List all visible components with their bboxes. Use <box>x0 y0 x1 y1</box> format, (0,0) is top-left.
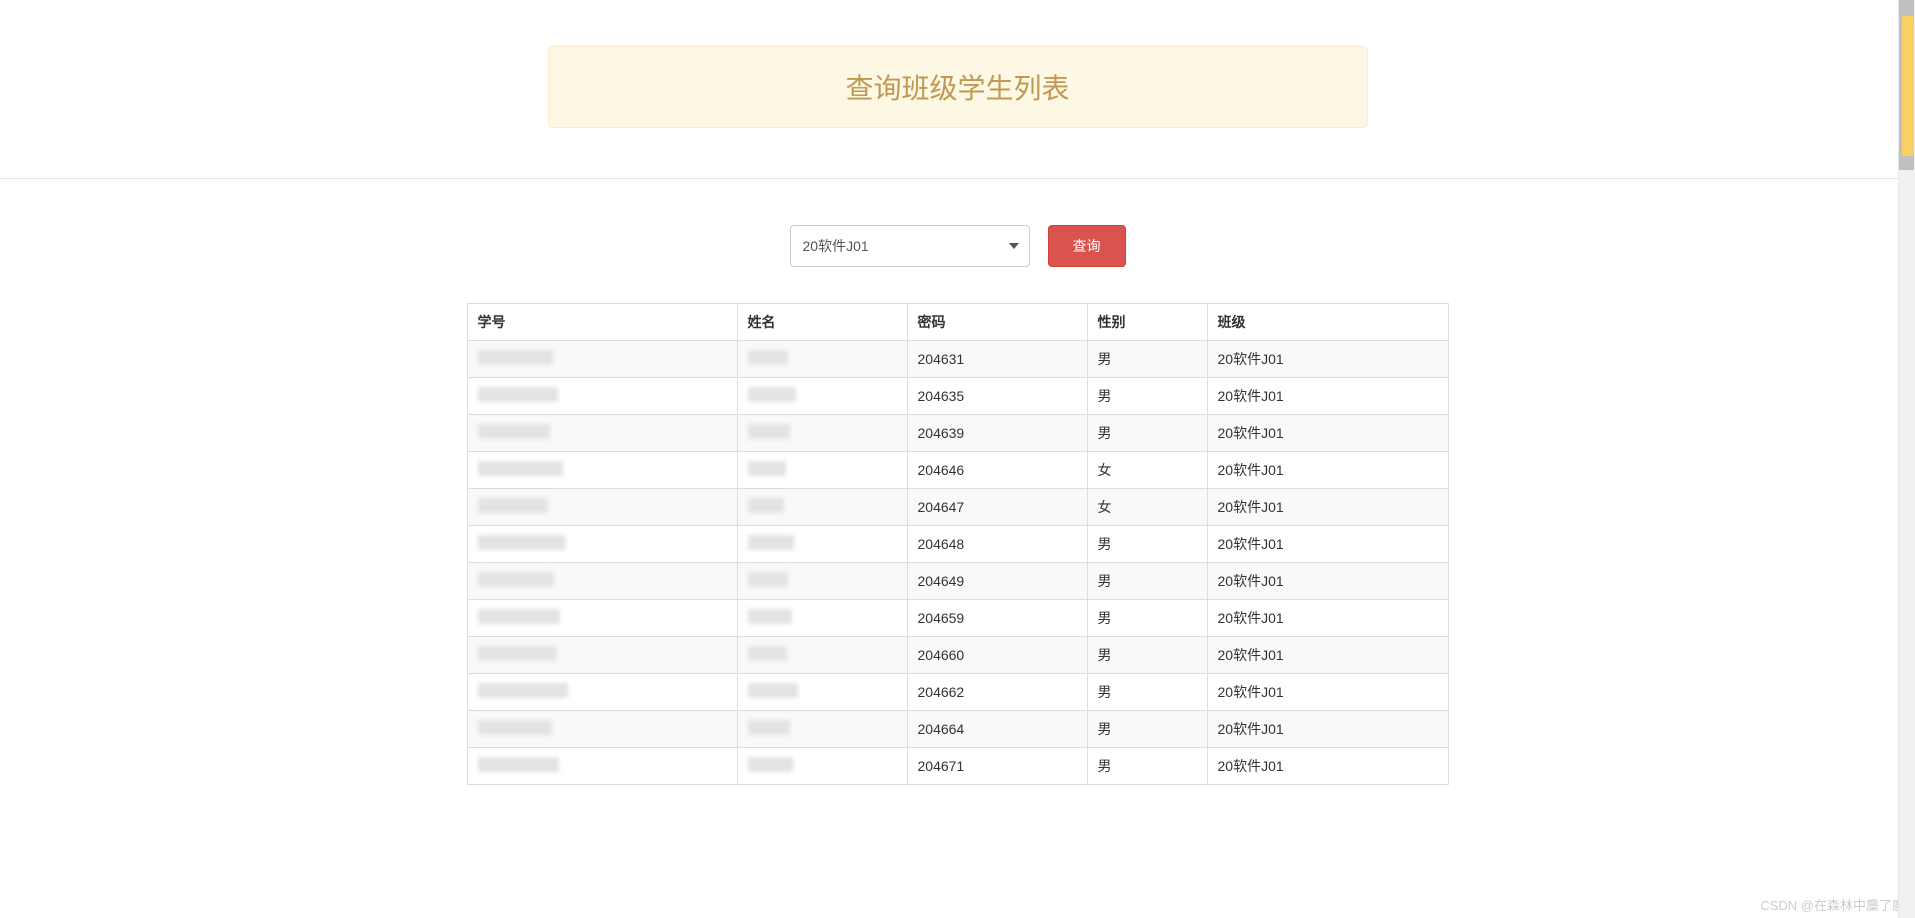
cell-password: 204671 <box>907 748 1087 785</box>
col-header-password: 密码 <box>907 304 1087 341</box>
cell-class: 20软件J01 <box>1207 526 1448 563</box>
scrollbar[interactable] <box>1898 0 1915 918</box>
cell-class: 20软件J01 <box>1207 748 1448 785</box>
cell-password: 204664 <box>907 711 1087 748</box>
cell-student-id <box>467 526 737 563</box>
cell-password: 204631 <box>907 341 1087 378</box>
col-header-gender: 性别 <box>1087 304 1207 341</box>
table-row: 204631男20软件J01 <box>467 341 1448 378</box>
table-row: 204662男20软件J01 <box>467 674 1448 711</box>
table-row: 204639男20软件J01 <box>467 415 1448 452</box>
table-row: 204648男20软件J01 <box>467 526 1448 563</box>
cell-name <box>737 526 907 563</box>
search-button[interactable]: 查询 <box>1048 225 1126 267</box>
cell-gender: 男 <box>1087 341 1207 378</box>
student-table-section: 学号 姓名 密码 性别 班级 204631男20软件J01204635男20软件… <box>467 303 1449 785</box>
table-row: 204649男20软件J01 <box>467 563 1448 600</box>
class-select[interactable]: 20软件J01 <box>790 225 1030 267</box>
cell-password: 204649 <box>907 563 1087 600</box>
cell-name <box>737 711 907 748</box>
col-header-name: 姓名 <box>737 304 907 341</box>
cell-class: 20软件J01 <box>1207 341 1448 378</box>
cell-student-id <box>467 489 737 526</box>
cell-gender: 男 <box>1087 526 1207 563</box>
cell-class: 20软件J01 <box>1207 489 1448 526</box>
cell-password: 204639 <box>907 415 1087 452</box>
cell-student-id <box>467 452 737 489</box>
cell-gender: 女 <box>1087 452 1207 489</box>
col-header-student-id: 学号 <box>467 304 737 341</box>
table-row: 204671男20软件J01 <box>467 748 1448 785</box>
cell-name <box>737 341 907 378</box>
cell-student-id <box>467 600 737 637</box>
cell-gender: 男 <box>1087 748 1207 785</box>
table-row: 204635男20软件J01 <box>467 378 1448 415</box>
scrollbar-highlight <box>1902 16 1914 156</box>
cell-password: 204647 <box>907 489 1087 526</box>
cell-name <box>737 674 907 711</box>
cell-gender: 男 <box>1087 600 1207 637</box>
student-table: 学号 姓名 密码 性别 班级 204631男20软件J01204635男20软件… <box>467 303 1449 785</box>
search-section: 20软件J01 查询 <box>0 179 1915 303</box>
cell-name <box>737 415 907 452</box>
cell-student-id <box>467 415 737 452</box>
cell-class: 20软件J01 <box>1207 378 1448 415</box>
header-section: 查询班级学生列表 <box>0 0 1915 179</box>
cell-class: 20软件J01 <box>1207 452 1448 489</box>
cell-password: 204660 <box>907 637 1087 674</box>
cell-class: 20软件J01 <box>1207 563 1448 600</box>
cell-student-id <box>467 563 737 600</box>
cell-student-id <box>467 748 737 785</box>
cell-name <box>737 452 907 489</box>
cell-gender: 男 <box>1087 637 1207 674</box>
cell-gender: 男 <box>1087 378 1207 415</box>
cell-password: 204648 <box>907 526 1087 563</box>
table-row: 204647女20软件J01 <box>467 489 1448 526</box>
cell-gender: 男 <box>1087 415 1207 452</box>
scrollbar-thumb[interactable] <box>1899 0 1914 170</box>
cell-password: 204662 <box>907 674 1087 711</box>
cell-name <box>737 600 907 637</box>
table-row: 204660男20软件J01 <box>467 637 1448 674</box>
cell-name <box>737 563 907 600</box>
cell-password: 204659 <box>907 600 1087 637</box>
cell-class: 20软件J01 <box>1207 711 1448 748</box>
cell-gender: 男 <box>1087 711 1207 748</box>
title-banner: 查询班级学生列表 <box>548 46 1368 128</box>
cell-name <box>737 748 907 785</box>
table-row: 204646女20软件J01 <box>467 452 1448 489</box>
col-header-class: 班级 <box>1207 304 1448 341</box>
cell-student-id <box>467 674 737 711</box>
table-row: 204659男20软件J01 <box>467 600 1448 637</box>
cell-class: 20软件J01 <box>1207 637 1448 674</box>
table-header-row: 学号 姓名 密码 性别 班级 <box>467 304 1448 341</box>
cell-class: 20软件J01 <box>1207 600 1448 637</box>
watermark: CSDN @在森林中麋了鹿 <box>1760 895 1905 914</box>
cell-student-id <box>467 341 737 378</box>
cell-gender: 男 <box>1087 563 1207 600</box>
cell-class: 20软件J01 <box>1207 674 1448 711</box>
cell-student-id <box>467 637 737 674</box>
cell-class: 20软件J01 <box>1207 415 1448 452</box>
cell-gender: 女 <box>1087 489 1207 526</box>
cell-student-id <box>467 711 737 748</box>
cell-gender: 男 <box>1087 674 1207 711</box>
cell-student-id <box>467 378 737 415</box>
table-row: 204664男20软件J01 <box>467 711 1448 748</box>
cell-password: 204635 <box>907 378 1087 415</box>
cell-name <box>737 489 907 526</box>
cell-name <box>737 378 907 415</box>
cell-name <box>737 637 907 674</box>
cell-password: 204646 <box>907 452 1087 489</box>
page-title: 查询班级学生列表 <box>564 67 1352 107</box>
